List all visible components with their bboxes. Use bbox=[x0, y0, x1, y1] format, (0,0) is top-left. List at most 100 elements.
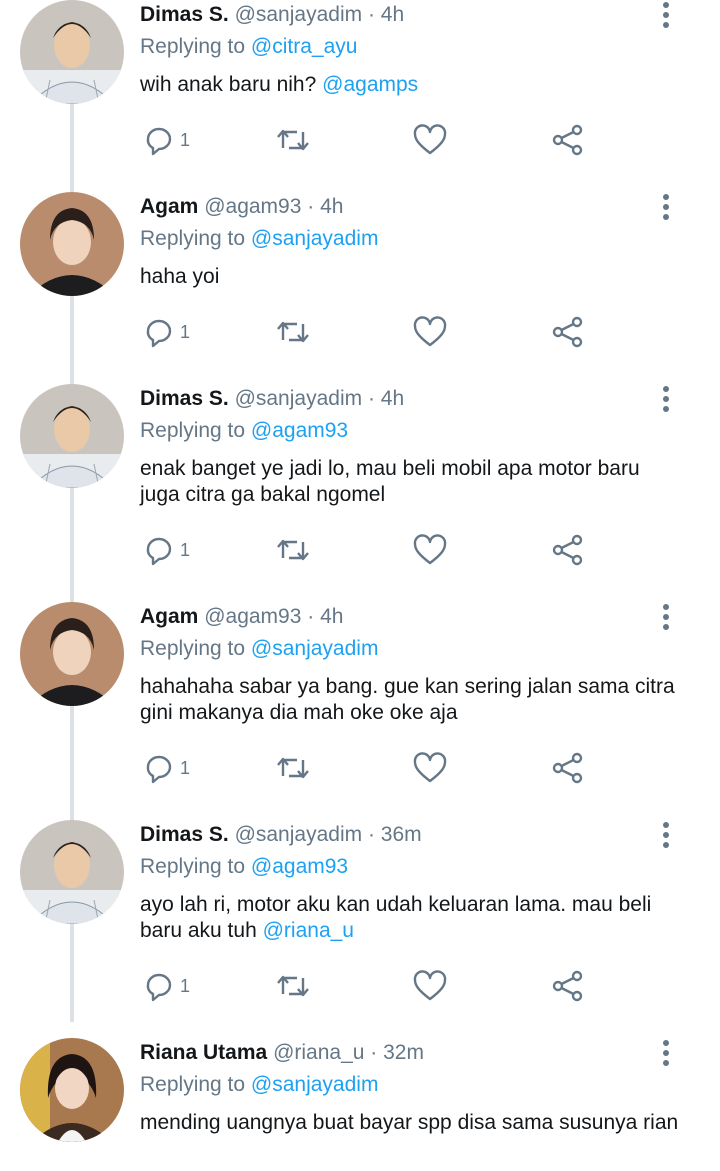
like-button[interactable] bbox=[412, 314, 448, 350]
replying-to-mention[interactable]: @sanjayadim bbox=[251, 637, 379, 660]
reply-icon bbox=[146, 537, 172, 566]
tweet[interactable]: Dimas S. @sanjayadim · 4h Replying to @a… bbox=[0, 384, 720, 600]
reply-button[interactable]: 1 bbox=[142, 122, 190, 158]
tweet-header: Dimas S. @sanjayadim · 4h bbox=[140, 2, 404, 28]
like-icon bbox=[413, 124, 447, 155]
avatar-agam[interactable] bbox=[20, 192, 124, 296]
avatar-dimas[interactable] bbox=[20, 384, 124, 488]
share-button[interactable] bbox=[550, 532, 586, 568]
more-icon[interactable] bbox=[656, 2, 676, 32]
reply-count: 1 bbox=[180, 976, 191, 996]
timestamp[interactable]: 4h bbox=[381, 3, 404, 26]
reply-icon bbox=[146, 127, 172, 156]
replying-to-prefix: Replying to bbox=[140, 1073, 246, 1096]
display-name[interactable]: Agam bbox=[140, 605, 198, 628]
handle[interactable]: @sanjayadim bbox=[235, 387, 363, 410]
tweet[interactable]: Dimas S. @sanjayadim · 36m Replying to @… bbox=[0, 820, 720, 1036]
like-icon bbox=[413, 534, 447, 565]
like-button[interactable] bbox=[412, 532, 448, 568]
tweet-text-mention[interactable]: @agamps bbox=[322, 73, 418, 96]
retweet-button[interactable] bbox=[274, 750, 312, 786]
like-icon bbox=[413, 752, 447, 783]
more-icon[interactable] bbox=[656, 822, 676, 852]
like-button[interactable] bbox=[412, 750, 448, 786]
separator: · bbox=[307, 195, 315, 218]
replying-to-prefix: Replying to bbox=[140, 227, 246, 250]
separator: · bbox=[370, 1041, 378, 1064]
replying-to: Replying to @agam93 bbox=[140, 854, 348, 880]
reply-button[interactable]: 1 bbox=[142, 750, 190, 786]
like-icon bbox=[413, 970, 447, 1001]
more-icon[interactable] bbox=[656, 604, 676, 634]
tweet-text: enak banget ye jadi lo, mau beli mobil a… bbox=[140, 456, 685, 508]
tweet-text-content: mending uangnya buat bayar spp disa sama… bbox=[140, 1111, 679, 1134]
reply-count: 1 bbox=[180, 130, 191, 150]
tweet-header: Agam @agam93 · 4h bbox=[140, 194, 343, 220]
handle[interactable]: @sanjayadim bbox=[235, 823, 363, 846]
replying-to-mention[interactable]: @sanjayadim bbox=[251, 227, 379, 250]
avatar-dimas[interactable] bbox=[20, 820, 124, 924]
display-name[interactable]: Agam bbox=[140, 195, 198, 218]
retweet-icon bbox=[277, 757, 309, 779]
tweet-text-mention[interactable]: @riana_u bbox=[263, 919, 354, 942]
replying-to-mention[interactable]: @agam93 bbox=[251, 855, 348, 878]
share-icon bbox=[552, 970, 583, 1002]
avatar-dimas[interactable] bbox=[20, 0, 124, 104]
timestamp[interactable]: 36m bbox=[381, 823, 422, 846]
reply-icon bbox=[146, 319, 172, 348]
tweet-text: wih anak baru nih? @agamps bbox=[140, 72, 685, 98]
replying-to-mention[interactable]: @citra_ayu bbox=[251, 35, 358, 58]
display-name[interactable]: Dimas S. bbox=[140, 3, 229, 26]
display-name[interactable]: Riana Utama bbox=[140, 1041, 267, 1064]
retweet-icon bbox=[277, 975, 309, 997]
tweet-header: Dimas S. @sanjayadim · 4h bbox=[140, 386, 404, 412]
tweet[interactable]: Agam @agam93 · 4h Replying to @sanjayadi… bbox=[0, 192, 720, 382]
avatar-agam[interactable] bbox=[20, 602, 124, 706]
retweet-button[interactable] bbox=[274, 968, 312, 1004]
separator: · bbox=[367, 3, 375, 26]
more-icon[interactable] bbox=[656, 1040, 676, 1070]
reply-button[interactable]: 1 bbox=[142, 968, 190, 1004]
share-button[interactable] bbox=[550, 122, 586, 158]
avatar-riana[interactable] bbox=[20, 1038, 124, 1142]
handle[interactable]: @agam93 bbox=[204, 195, 301, 218]
handle[interactable]: @agam93 bbox=[204, 605, 301, 628]
more-icon[interactable] bbox=[656, 194, 676, 224]
tweet-header: Riana Utama @riana_u · 32m bbox=[140, 1040, 424, 1066]
share-button[interactable] bbox=[550, 750, 586, 786]
tweet[interactable]: Agam @agam93 · 4h Replying to @sanjayadi… bbox=[0, 602, 720, 818]
timestamp[interactable]: 4h bbox=[320, 605, 343, 628]
share-button[interactable] bbox=[550, 314, 586, 350]
replying-to-mention[interactable]: @sanjayadim bbox=[251, 1073, 379, 1096]
retweet-button[interactable] bbox=[274, 314, 312, 350]
like-button[interactable] bbox=[412, 968, 448, 1004]
tweet-text-content: wih anak baru nih? bbox=[140, 73, 317, 96]
retweet-button[interactable] bbox=[274, 122, 312, 158]
timestamp[interactable]: 32m bbox=[383, 1041, 424, 1064]
reply-icon bbox=[146, 755, 172, 784]
retweet-button[interactable] bbox=[274, 532, 312, 568]
handle[interactable]: @riana_u bbox=[273, 1041, 364, 1064]
tweet[interactable]: Dimas S. @sanjayadim · 4h Replying to @c… bbox=[0, 0, 720, 190]
handle[interactable]: @sanjayadim bbox=[235, 3, 363, 26]
share-button[interactable] bbox=[550, 968, 586, 1004]
tweet-text: haha yoi bbox=[140, 264, 685, 290]
reply-button[interactable]: 1 bbox=[142, 314, 190, 350]
replying-to-mention[interactable]: @agam93 bbox=[251, 419, 348, 442]
action-bar: 1 bbox=[140, 968, 590, 1008]
tweet-text-content: haha yoi bbox=[140, 265, 220, 288]
share-icon bbox=[552, 752, 583, 784]
display-name[interactable]: Dimas S. bbox=[140, 823, 229, 846]
more-icon[interactable] bbox=[656, 386, 676, 416]
tweet-text: ayo lah ri, motor aku kan udah keluaran … bbox=[140, 892, 685, 944]
replying-to-prefix: Replying to bbox=[140, 35, 246, 58]
share-icon bbox=[552, 534, 583, 566]
like-button[interactable] bbox=[412, 122, 448, 158]
reply-button[interactable]: 1 bbox=[142, 532, 190, 568]
tweet[interactable]: Riana Utama @riana_u · 32m Replying to @… bbox=[0, 1038, 720, 1171]
timestamp[interactable]: 4h bbox=[320, 195, 343, 218]
display-name[interactable]: Dimas S. bbox=[140, 387, 229, 410]
tweet-text: mending uangnya buat bayar spp disa sama… bbox=[140, 1110, 685, 1136]
replying-to: Replying to @agam93 bbox=[140, 418, 348, 444]
timestamp[interactable]: 4h bbox=[381, 387, 404, 410]
